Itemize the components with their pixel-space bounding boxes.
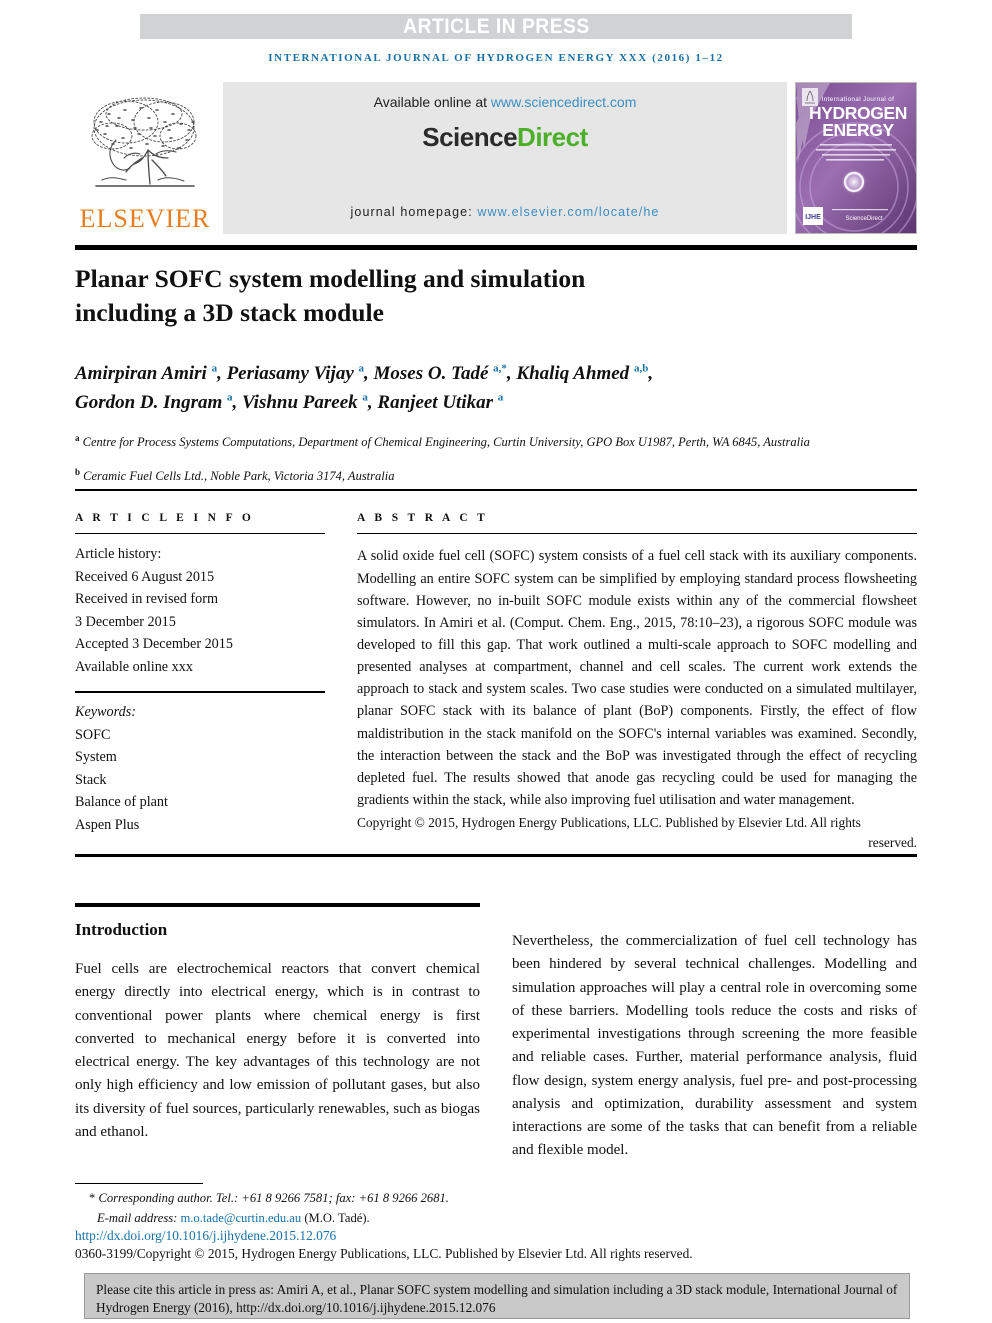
abstract-copyright-last: reserved. (868, 835, 917, 851)
introduction-column-right: Nevertheless, the commercialization of f… (512, 930, 917, 1163)
journal-running-head: INTERNATIONAL JOURNAL OF HYDROGEN ENERGY… (268, 52, 724, 64)
abstract-copyright: Copyright © 2015, Hydrogen Energy Public… (357, 813, 917, 853)
abstract-heading-rule (357, 533, 917, 535)
elsevier-logo: ELSEVIER (75, 82, 215, 234)
sciencedirect-logo-direct: Direct (517, 122, 588, 152)
introduction-paragraph-right: Nevertheless, the commercialization of f… (512, 933, 917, 1159)
article-history-item: Received 6 August 2015 (75, 568, 215, 585)
keywords-separator-rule (75, 691, 325, 694)
available-online-line: Available online at www.sciencedirect.co… (223, 94, 787, 110)
email-suffix: (M.O. Tadé). (301, 1211, 370, 1226)
article-in-press-label: ARTICLE IN PRESS (402, 14, 590, 38)
abstract-copyright-text: Copyright © 2015, Hydrogen Energy Public… (357, 815, 861, 831)
article-history-item: 3 December 2015 (75, 613, 176, 630)
corresponding-author-note: * Corresponding author. Tel.: +61 8 9266… (75, 1188, 635, 1208)
article-history-label: Article history: (75, 546, 162, 563)
citation-box: Please cite this article in press as: Am… (84, 1273, 910, 1319)
footnote-rule (75, 1183, 203, 1185)
keyword-item: Aspen Plus (75, 816, 140, 833)
journal-homepage-link[interactable]: www.elsevier.com/locate/he (477, 205, 659, 219)
sciencedirect-logo: ScienceDirect (223, 122, 787, 153)
abstract-heading: A B S T R A C T (357, 512, 489, 524)
elsevier-wordmark: ELSEVIER (79, 204, 211, 233)
journal-cover-artwork: International Journal of HYDROGEN ENERGY… (796, 83, 916, 233)
cover-title-line3: ENERGY (822, 120, 894, 140)
article-history-item: Received in revised form (75, 591, 219, 608)
abstract-column: A B S T R A C T A solid oxide fuel cell … (357, 512, 917, 853)
page-title: Planar SOFC system modelling and simulat… (75, 262, 755, 329)
introduction-paragraph-left: Fuel cells are electrochemical reactors … (75, 961, 480, 1140)
email-label: E-mail address: (97, 1211, 181, 1226)
keywords-block: Keywords: SOFC System Stack Balance of p… (75, 701, 325, 836)
keyword-item: System (75, 749, 117, 766)
author-list: Amirpiran Amiri a, Periasamy Vijay a, Mo… (75, 360, 905, 417)
journal-cover-thumbnail: International Journal of HYDROGEN ENERGY… (795, 82, 917, 234)
masthead: ELSEVIER Available online at www.science… (75, 82, 917, 234)
journal-homepage-prefix: journal homepage: (350, 205, 478, 219)
article-info-heading-rule (75, 533, 325, 535)
affiliation-b: b Ceramic Fuel Cells Ltd., Noble Park, V… (75, 467, 395, 484)
abstract-section-top-rule (75, 489, 917, 491)
issn-copyright-line: 0360-3199/Copyright © 2015, Hydrogen Ene… (75, 1246, 693, 1261)
title-top-rule (75, 245, 917, 250)
page-title-line1: Planar SOFC system modelling and simulat… (75, 264, 586, 293)
introduction-rule (75, 903, 480, 907)
elsevier-tree-icon (91, 97, 197, 187)
footnote-block: * Corresponding author. Tel.: +61 8 9266… (75, 1188, 635, 1228)
article-history-block: Article history: Received 6 August 2015 … (75, 543, 325, 678)
doi-link[interactable]: http://dx.doi.org/10.1016/j.ijhydene.201… (75, 1228, 336, 1244)
available-online-prefix: Available online at (373, 94, 491, 110)
author-line-2: Gordon D. Ingram a, Vishnu Pareek a, Ran… (75, 391, 504, 413)
author-line-1: Amirpiran Amiri a, Periasamy Vijay a, Mo… (75, 362, 654, 384)
citation-text: Please cite this article in press as: Am… (96, 1282, 898, 1316)
sciencedirect-logo-science: Science (422, 122, 518, 152)
introduction-heading: Introduction (75, 920, 168, 939)
page-title-line2: including a 3D stack module (75, 297, 384, 327)
sciencedirect-url-link[interactable]: www.sciencedirect.com (491, 94, 637, 110)
email-note: E-mail address: m.o.tade@curtin.edu.au (… (75, 1208, 635, 1228)
keyword-item: SOFC (75, 726, 111, 743)
cover-sciencedirect-mark: ScienceDirect (845, 216, 882, 222)
introduction-column-left: Introduction Fuel cells are electrochemi… (75, 903, 480, 1144)
abstract-body: A solid oxide fuel cell (SOFC) system co… (357, 548, 917, 809)
sciencedirect-box: Available online at www.sciencedirect.co… (223, 82, 787, 234)
affiliation-a: a Centre for Process Systems Computation… (75, 433, 810, 450)
corresponding-email-link[interactable]: m.o.tade@curtin.edu.au (180, 1211, 301, 1225)
journal-homepage-line: journal homepage: www.elsevier.com/locat… (223, 205, 787, 219)
corresponding-author-marker: * (89, 1191, 96, 1205)
abstract-section-bottom-rule (75, 854, 917, 857)
cover-badge: IJHE (805, 214, 821, 221)
article-info-heading: A R T I C L E I N F O (75, 512, 255, 524)
article-in-press-banner: ARTICLE IN PRESS (140, 14, 852, 39)
corresponding-author-text: Corresponding author. Tel.: +61 8 9266 7… (98, 1191, 449, 1205)
keyword-item: Balance of plant (75, 794, 168, 811)
article-history-item: Available online xxx (75, 658, 193, 675)
article-history-item: Accepted 3 December 2015 (75, 636, 233, 653)
cover-title-line1: International Journal of (822, 96, 895, 103)
keywords-label: Keywords: (75, 704, 136, 721)
keyword-item: Stack (75, 771, 107, 788)
article-info-column: A R T I C L E I N F O Article history: R… (75, 512, 325, 836)
